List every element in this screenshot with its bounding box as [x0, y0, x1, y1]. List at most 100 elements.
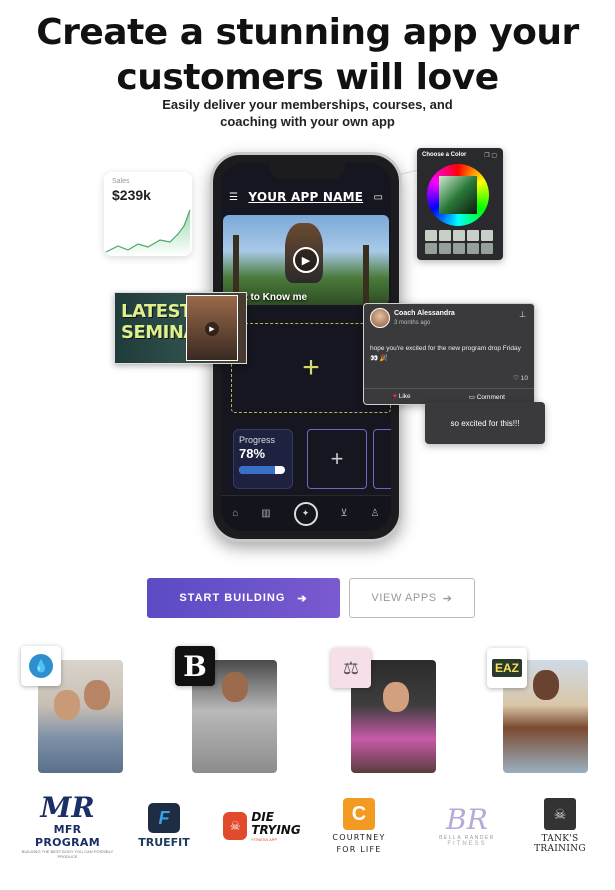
- app-header: ☰ YOUR APP NAME ▭: [221, 185, 391, 209]
- logo-truefit: F TRUEFIT: [134, 796, 194, 856]
- video-thumbnail[interactable]: ▶ Get to Know me: [223, 215, 389, 305]
- chat-icon[interactable]: ▭: [374, 192, 383, 203]
- progress-label: Progress: [239, 435, 276, 445]
- kettlebell-skull-icon: ☠: [223, 812, 248, 840]
- cart-icon[interactable]: ⊻: [340, 508, 347, 519]
- arrow-right-icon: ➔: [442, 592, 453, 605]
- swatch[interactable]: [453, 230, 465, 241]
- coach-name: Coach Alessandra: [394, 310, 455, 317]
- menu-icon[interactable]: ☰: [229, 192, 238, 203]
- start-building-label: START BUILDING: [179, 592, 286, 604]
- swatch[interactable]: [439, 230, 451, 241]
- like-count-value: 10: [520, 375, 528, 382]
- start-building-button[interactable]: START BUILDING ➔: [147, 578, 340, 618]
- color-picker-card[interactable]: Choose a Color ❐ ▢: [417, 148, 503, 260]
- die-name-1: DIE: [251, 809, 274, 824]
- progress-widget: Progress 78%: [233, 429, 293, 489]
- home-icon[interactable]: ⌂: [232, 508, 238, 519]
- person-face: [383, 682, 409, 712]
- play-icon[interactable]: ▶: [205, 322, 219, 336]
- logo-tanks-training: ☠ TANK'S TRAINING: [518, 796, 602, 856]
- latest-seminars-card[interactable]: LATEST SEMINARS ▶: [114, 292, 247, 364]
- die-trying-text: DIE TRYING FITNESS APP: [251, 809, 301, 842]
- app-badge-eaz: EAZ: [487, 648, 527, 688]
- sales-label: Sales: [112, 178, 130, 185]
- logo-die-trying: ☠ DIE TRYING FITNESS APP: [212, 796, 312, 856]
- add-slot-small[interactable]: +: [307, 429, 367, 489]
- palm-tree: [363, 245, 369, 305]
- profile-icon[interactable]: ♙: [371, 508, 380, 519]
- person-face: [222, 672, 248, 702]
- truefit-icon: F: [148, 803, 180, 833]
- sales-value: $239k: [112, 187, 151, 203]
- avatar: [370, 308, 390, 328]
- play-icon[interactable]: ▶: [293, 247, 319, 273]
- kettlebell-icon: ⚖: [342, 657, 360, 678]
- progress-fill: [239, 466, 275, 474]
- courtney-name-2: FOR LIFE: [336, 845, 382, 854]
- heart-icon: ♥: [393, 393, 397, 400]
- community-icon[interactable]: ✦: [293, 501, 318, 526]
- eaz-text: EAZ: [492, 659, 522, 677]
- like-button[interactable]: ♥ Like: [393, 393, 411, 400]
- swatch[interactable]: [453, 243, 465, 254]
- post-time: 3 months ago: [394, 320, 431, 326]
- swatch[interactable]: [439, 243, 451, 254]
- truefit-name: TRUEFIT: [138, 836, 190, 849]
- mfr-mark: MR: [40, 791, 95, 824]
- mfr-tagline: BUILDING THE BEST BODY YOU CAN POSSIBLY …: [21, 849, 114, 859]
- app-badge-b: B: [175, 646, 215, 686]
- coach-post-card: Coach Alessandra 3 months ago ⊥ hope you…: [363, 303, 535, 405]
- logo-courtney-for-life: C COURTNEY FOR LIFE: [320, 796, 398, 856]
- bella-tagline: FITNESS: [447, 841, 487, 847]
- comment-button[interactable]: ▭ Comment: [469, 393, 505, 401]
- sales-card: Sales $239k: [104, 172, 192, 256]
- mfr-name: MFR PROGRAM: [35, 823, 100, 849]
- logo-mfr-program: MR MFR PROGRAM BUILDING THE BEST BODY YO…: [20, 791, 115, 860]
- view-apps-label: VIEW APPS: [371, 592, 437, 604]
- logo-bella-rander: BR BELLA RANDER FITNESS: [422, 796, 512, 856]
- tanks-name: TANK'S TRAINING: [534, 834, 586, 854]
- chart-icon[interactable]: ▥: [261, 508, 270, 519]
- progress-value: 78%: [239, 446, 266, 461]
- bella-mark: BR: [446, 803, 488, 836]
- swatch[interactable]: [467, 230, 479, 241]
- view-apps-button[interactable]: VIEW APPS ➔: [349, 578, 475, 618]
- courtney-mark: C: [343, 798, 375, 830]
- water-drop-icon: 💧: [29, 654, 53, 678]
- app-badge-drop: 💧: [21, 646, 61, 686]
- comment-label: Comment: [476, 393, 505, 401]
- comment-icon: ▭: [468, 393, 475, 401]
- swatch[interactable]: [481, 243, 493, 254]
- app-badge-kettlebell: ⚖: [331, 648, 371, 688]
- skull-crossbones-icon: ☠: [544, 798, 576, 830]
- copy-icon[interactable]: ❐ ▢: [484, 152, 497, 159]
- landing-page: Create a stunning app your customers wil…: [0, 0, 615, 890]
- die-tagline: FITNESS APP: [251, 836, 278, 842]
- person-face: [533, 670, 559, 700]
- color-square[interactable]: [439, 176, 477, 214]
- die-name-2: TRYING: [251, 822, 301, 837]
- like-count: ♡ 10: [513, 374, 528, 382]
- person-face: [54, 690, 80, 720]
- tab-bar: ⌂ ▥ ✦ ⊻ ♙: [221, 495, 391, 531]
- seminar-photo: ▶: [186, 295, 238, 361]
- add-slot-small[interactable]: +: [373, 429, 391, 489]
- color-wheel[interactable]: [427, 164, 489, 226]
- like-label: Like: [398, 393, 411, 400]
- progress-bar: [239, 466, 285, 474]
- courtney-name-1: COURTNEY: [332, 833, 386, 842]
- arrow-right-icon: ➔: [297, 592, 308, 605]
- heart-outline-icon: ♡: [513, 375, 519, 382]
- sales-sparkline: [105, 209, 191, 256]
- reply-bubble: so excited for this!!!: [425, 402, 545, 444]
- color-swatches[interactable]: [425, 230, 493, 254]
- swatch[interactable]: [481, 230, 493, 241]
- swatch[interactable]: [425, 243, 437, 254]
- swatch[interactable]: [425, 230, 437, 241]
- person-face: [84, 680, 110, 710]
- pin-icon[interactable]: ⊥: [519, 310, 526, 319]
- swatch[interactable]: [467, 243, 479, 254]
- post-message: hope you're excited for the new program …: [370, 345, 521, 362]
- app-name: YOUR APP NAME: [248, 190, 364, 204]
